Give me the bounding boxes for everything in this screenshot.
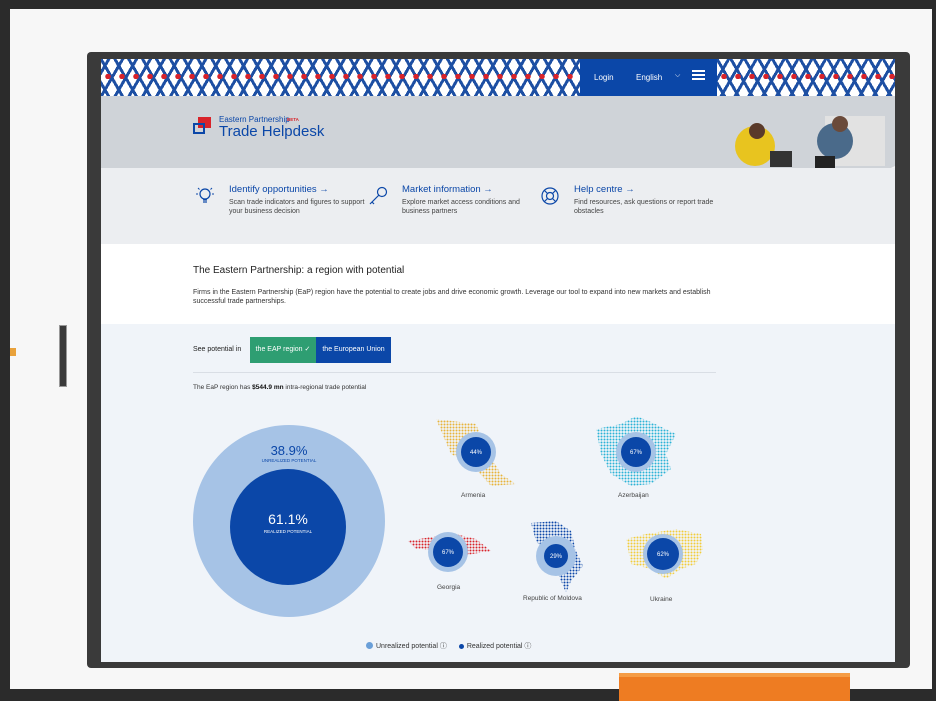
- realized-label: REALIZED POTENTIAL: [263, 529, 313, 534]
- login-link[interactable]: Login: [594, 73, 614, 82]
- logo[interactable]: [193, 117, 213, 135]
- lightbulb-icon: [196, 187, 214, 203]
- moldova-percent: 29%: [550, 554, 563, 560]
- realized-legend-swatch: [458, 644, 464, 649]
- potential-legend: Unrealized potential ⓘ Realized potential…: [366, 641, 531, 651]
- unrealized-percent: 38.9%: [270, 443, 308, 458]
- armenia-name: Armenia: [461, 492, 486, 499]
- screenshot-stage: Login English ⌵ Eastern Partnership BETA…: [0, 0, 936, 701]
- side-marker: [10, 348, 16, 356]
- lifebuoy-icon: [541, 187, 559, 205]
- see-potential-label: See potential in: [193, 346, 242, 353]
- azerbaijan-name: Azerbaijan: [618, 492, 649, 499]
- feature-description: Explore market access conditions and bus…: [402, 199, 520, 215]
- tab-eap-region[interactable]: the EAP region ✓: [250, 337, 316, 363]
- moldova-map-icon: 29%: [531, 521, 583, 593]
- features-strip: Identify opportunities → Scan trade indi…: [101, 168, 895, 244]
- trade-prefix: The EaP region has: [193, 384, 253, 391]
- feature-title[interactable]: Market information →: [402, 184, 493, 195]
- georgia-name: Georgia: [437, 584, 461, 591]
- ukraine-name: Ukraine: [650, 596, 673, 603]
- azerbaijan-percent: 67%: [630, 450, 643, 456]
- country-azerbaijan[interactable]: 67% Azerbaijan: [591, 414, 711, 514]
- key-icon: [369, 186, 388, 205]
- beta-badge: BETA: [287, 117, 299, 122]
- web-page: Login English ⌵ Eastern Partnership BETA…: [101, 59, 895, 662]
- feature-title[interactable]: Help centre →: [574, 184, 635, 195]
- unrealized-label: UNREALIZED POTENTIAL: [261, 458, 317, 463]
- orange-action-bar[interactable]: [619, 677, 850, 701]
- unrealized-legend-swatch: [366, 642, 373, 649]
- tab-european-union[interactable]: the European Union: [316, 337, 391, 363]
- georgia-map-icon: 67%: [408, 532, 491, 572]
- georgia-percent: 67%: [442, 550, 455, 556]
- language-selector[interactable]: English: [636, 73, 662, 82]
- trade-suffix: intra-regional trade potential: [283, 384, 367, 391]
- realized-potential-circle: [230, 469, 346, 585]
- top-nav: Login English ⌵: [580, 59, 717, 96]
- divider: [193, 372, 716, 373]
- country-georgia[interactable]: 67% Georgia: [406, 519, 526, 619]
- legend-realized[interactable]: Realized potential ⓘ: [467, 643, 532, 650]
- resize-handle[interactable]: [59, 325, 67, 387]
- section-title: The Eastern Partnership: a region with p…: [193, 265, 405, 276]
- chevron-down-icon[interactable]: ⌵: [675, 72, 680, 80]
- feature-description: Scan trade indicators and figures to sup…: [229, 199, 365, 215]
- section-intro-text: Firms in the Eastern Partnership (EaP) r…: [193, 289, 711, 305]
- azerbaijan-map-icon: 67%: [596, 416, 676, 486]
- trade-potential-text: The EaP region has $544.9 mn intra-regio…: [193, 384, 366, 391]
- moldova-name: Republic of Moldova: [523, 595, 582, 602]
- feature-title[interactable]: Identify opportunities →: [229, 184, 329, 195]
- country-ukraine[interactable]: 62% Ukraine: [621, 524, 741, 634]
- ukraine-percent: 62%: [657, 552, 670, 558]
- header-pattern-right: [717, 59, 895, 96]
- hamburger-menu-icon[interactable]: [692, 70, 705, 81]
- header-pattern-left: [101, 59, 580, 96]
- feature-description: Find resources, ask questions or report …: [574, 199, 714, 215]
- legend-unrealized[interactable]: Unrealized potential ⓘ: [376, 643, 447, 650]
- trade-value: $544.9 mn: [252, 384, 284, 391]
- brand-title[interactable]: Trade Helpdesk: [219, 123, 324, 140]
- armenia-map-icon: 44%: [436, 419, 516, 486]
- ukraine-map-icon: 62%: [626, 529, 703, 579]
- realized-percent: 61.1%: [268, 511, 308, 527]
- country-armenia[interactable]: 44% Armenia: [431, 414, 551, 514]
- armenia-percent: 44%: [470, 450, 483, 456]
